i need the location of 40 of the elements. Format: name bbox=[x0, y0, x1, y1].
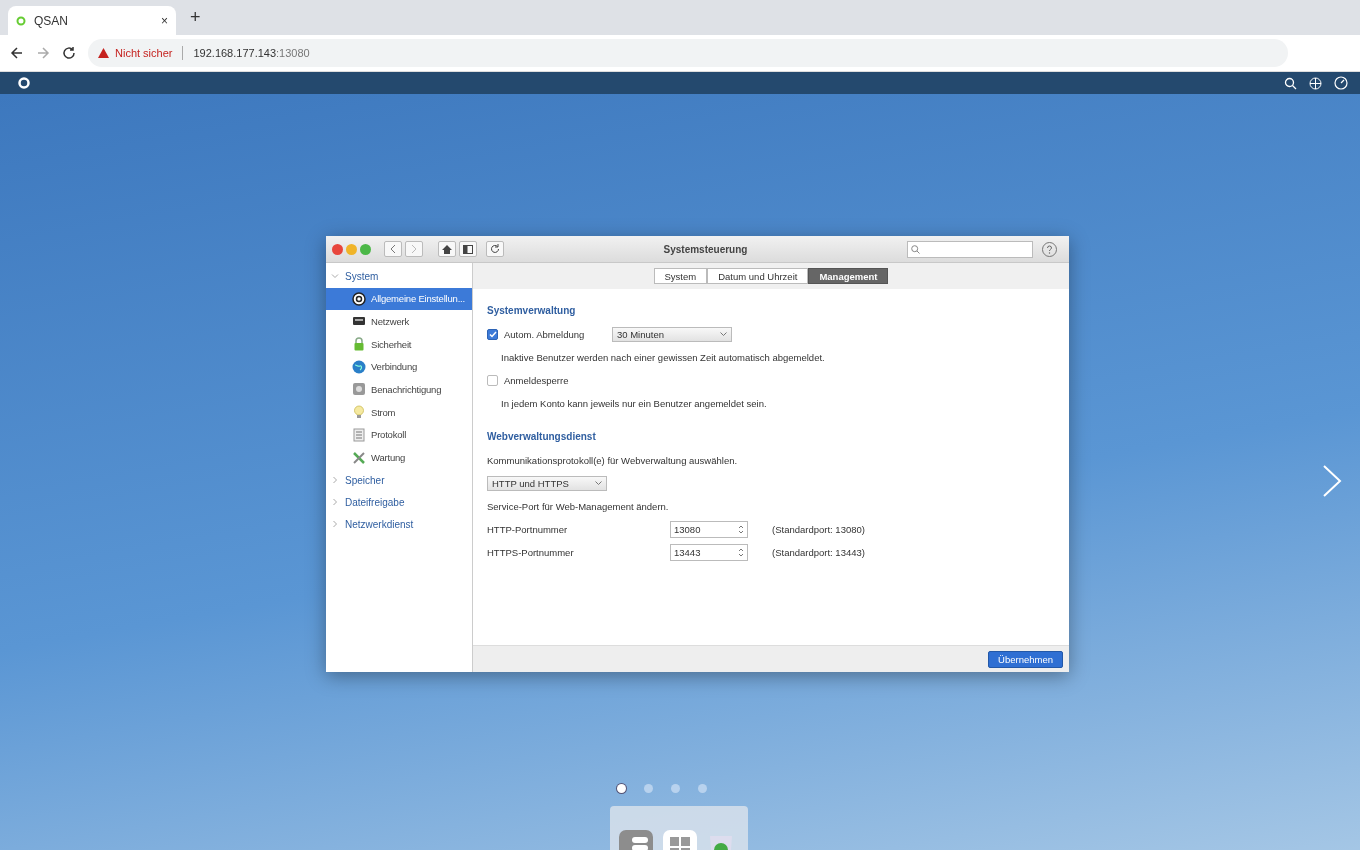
port-number-field[interactable]: 13080 bbox=[670, 521, 748, 538]
default-port-hint: (Standardport: 13080) bbox=[772, 524, 865, 535]
tab[interactable]: Datum und Uhrzeit bbox=[707, 268, 809, 284]
sidebar-item[interactable]: Netzwerk bbox=[326, 310, 472, 333]
sidebar-item[interactable]: Protokoll bbox=[326, 423, 472, 446]
sidebar-item[interactable]: Verbindung bbox=[326, 355, 472, 378]
description-text: Inaktive Benutzer werden nach einer gewissen Zeit automatisch abgemeldet. bbox=[501, 352, 825, 363]
url-text: 192.168.177.143:13080 bbox=[193, 47, 310, 59]
close-tab-button[interactable]: × bbox=[161, 13, 168, 28]
port-number-field[interactable]: 13443 bbox=[670, 544, 748, 561]
description-text: Service-Port für Web-Management ändern. bbox=[487, 501, 669, 512]
sidebar-item[interactable]: Benachrichtigung bbox=[326, 378, 472, 401]
tab-title: QSAN bbox=[34, 13, 69, 28]
description-text: In jedem Konto kann jeweils nur ein Benutzer angemeldet sein. bbox=[501, 398, 767, 409]
default-port-hint: (Standardport: 13443) bbox=[772, 547, 865, 558]
apply-button[interactable]: Übernehmen bbox=[988, 650, 1063, 668]
address-bar[interactable]: Nicht sicher 192.168.177.143:13080 bbox=[88, 39, 1288, 67]
window-title: Systemsteuerung bbox=[662, 243, 749, 255]
tab[interactable]: System bbox=[653, 268, 708, 284]
tab[interactable]: Management bbox=[808, 268, 889, 284]
protocol-dropdown[interactable]: HTTP und HTTPS bbox=[487, 476, 607, 491]
checkbox-label: Anmeldesperre bbox=[504, 375, 570, 386]
field-label: HTTPS-Portnummer bbox=[487, 547, 575, 558]
sidebar-group[interactable]: Netzwerkdienst bbox=[326, 513, 472, 536]
new-tab-button[interactable]: + bbox=[186, 7, 205, 28]
sidebar-group[interactable]: System bbox=[326, 265, 472, 287]
sidebar-item[interactable]: Sicherheit bbox=[326, 333, 472, 356]
description-text: Kommunikationsprotokoll(e) für Webverwaltung auswählen. bbox=[487, 455, 738, 466]
sidebar-item[interactable]: Allgemeine Einstellun... bbox=[326, 287, 472, 310]
sidebar-item[interactable]: Wartung bbox=[326, 446, 472, 469]
checkbox-label: Autom. Abmeldung bbox=[504, 329, 586, 340]
sidebar-item[interactable]: Strom bbox=[326, 401, 472, 424]
sidebar-group[interactable]: Dateifreigabe bbox=[326, 491, 472, 514]
browser-tab[interactable]: QSAN × bbox=[8, 6, 176, 35]
field-label: HTTP-Portnummer bbox=[487, 524, 569, 535]
sidebar-group[interactable]: Speicher bbox=[326, 469, 472, 492]
timeout-dropdown[interactable]: 30 Minuten bbox=[612, 327, 732, 342]
section-heading: Systemverwaltung bbox=[487, 305, 577, 316]
section-heading: Webverwaltungsdienst bbox=[487, 431, 597, 442]
security-warning: Nicht sicher bbox=[115, 47, 173, 59]
